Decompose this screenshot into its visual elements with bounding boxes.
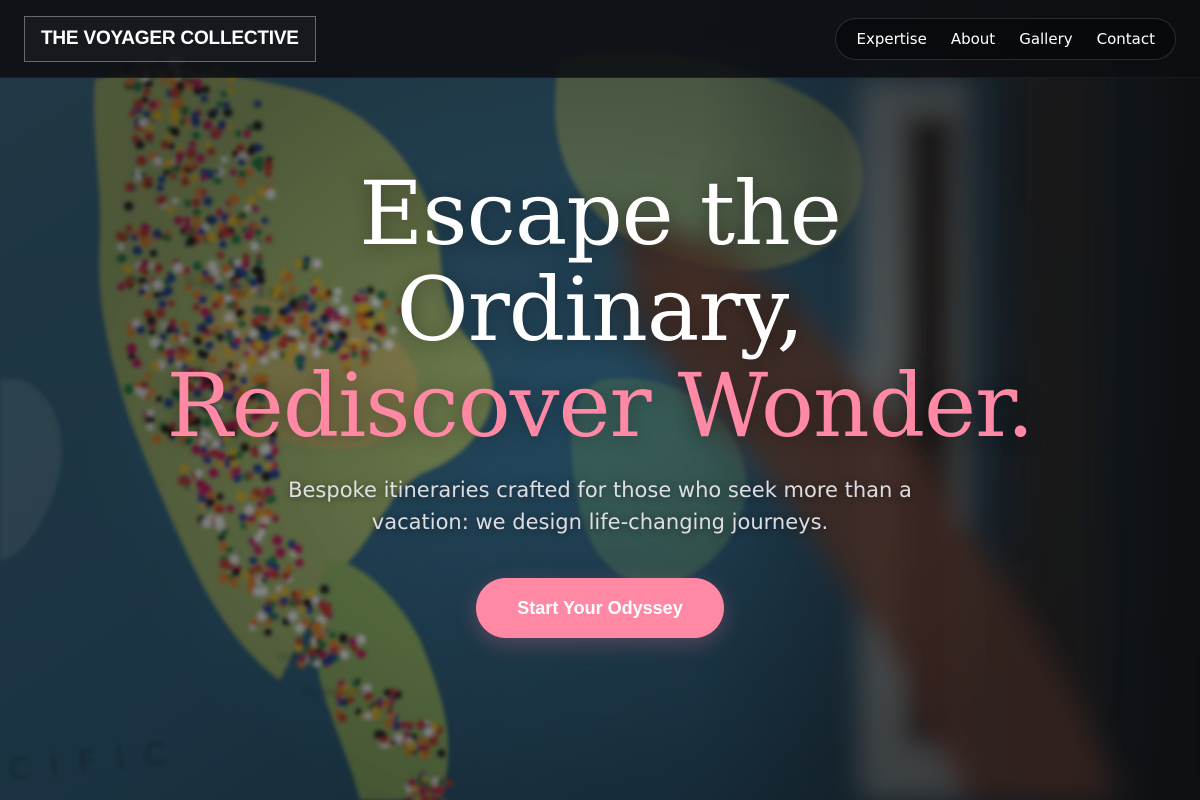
start-odyssey-button[interactable]: Start Your Odyssey: [476, 578, 724, 638]
nav-link-expertise[interactable]: Expertise: [844, 19, 938, 59]
main-nav: Expertise About Gallery Contact: [835, 18, 1176, 60]
hero-subtitle: Bespoke itineraries crafted for those wh…: [288, 478, 912, 534]
nav-link-gallery[interactable]: Gallery: [1007, 19, 1084, 59]
brand-logo[interactable]: THE VOYAGER COLLECTIVE: [24, 16, 316, 62]
headline-line-1: Escape the: [359, 162, 842, 265]
headline-line-2: Ordinary,: [396, 258, 805, 361]
nav-link-contact[interactable]: Contact: [1085, 19, 1167, 59]
nav-link-about[interactable]: About: [939, 19, 1007, 59]
site-header: THE VOYAGER COLLECTIVE Expertise About G…: [0, 0, 1200, 78]
headline-accent: Rediscover Wonder.: [166, 354, 1035, 457]
hero-headline: Escape the Ordinary, Rediscover Wonder.: [100, 166, 1100, 454]
landing-page: CIFIC UNITED STATES GUATEMALA EL SALVADO…: [0, 0, 1200, 800]
hero-section: Escape the Ordinary, Rediscover Wonder. …: [0, 78, 1200, 800]
